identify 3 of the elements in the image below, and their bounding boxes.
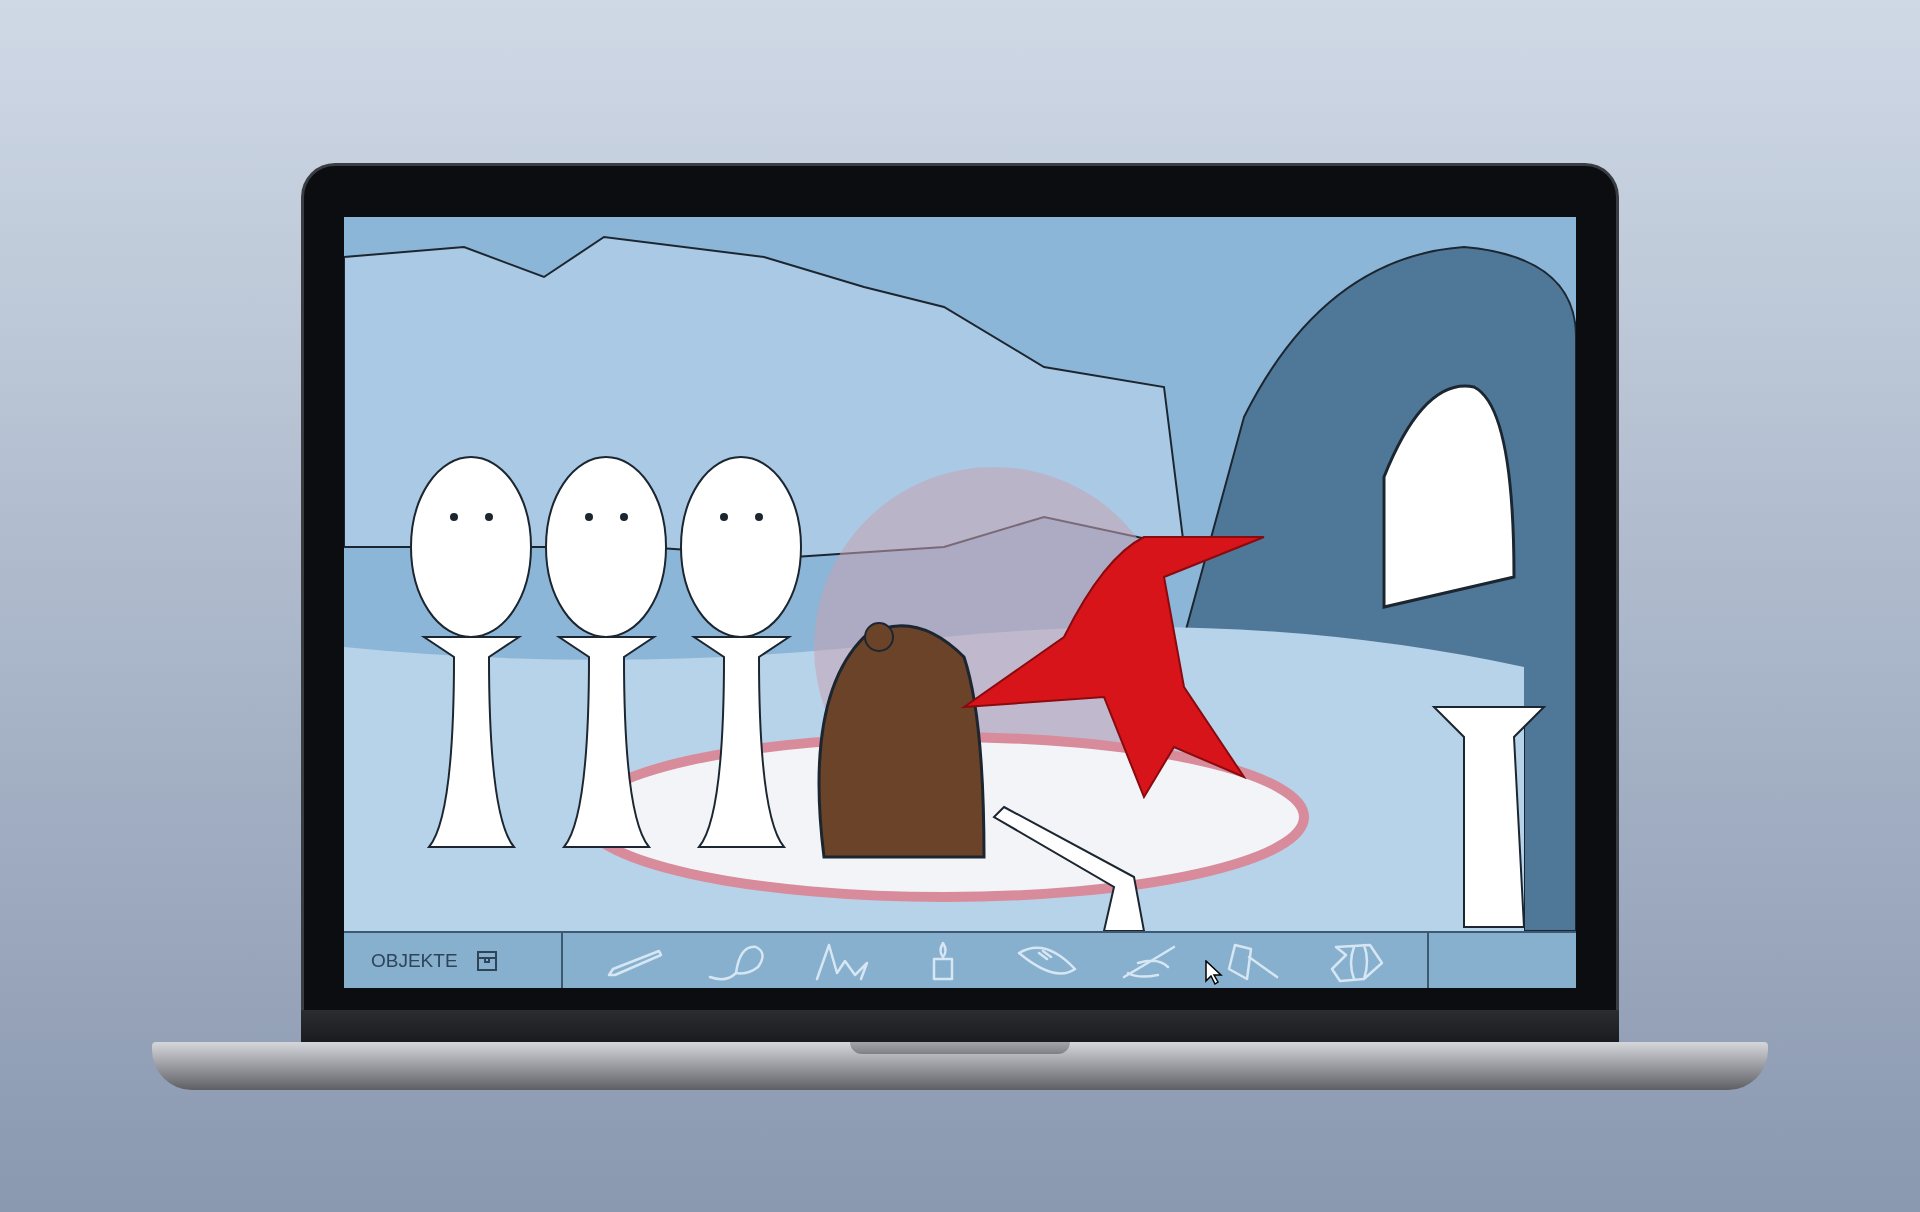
cursor-icon xyxy=(1205,960,1223,986)
inventory-label: OBJEKTE xyxy=(371,949,458,972)
box-icon[interactable] xyxy=(475,949,498,972)
